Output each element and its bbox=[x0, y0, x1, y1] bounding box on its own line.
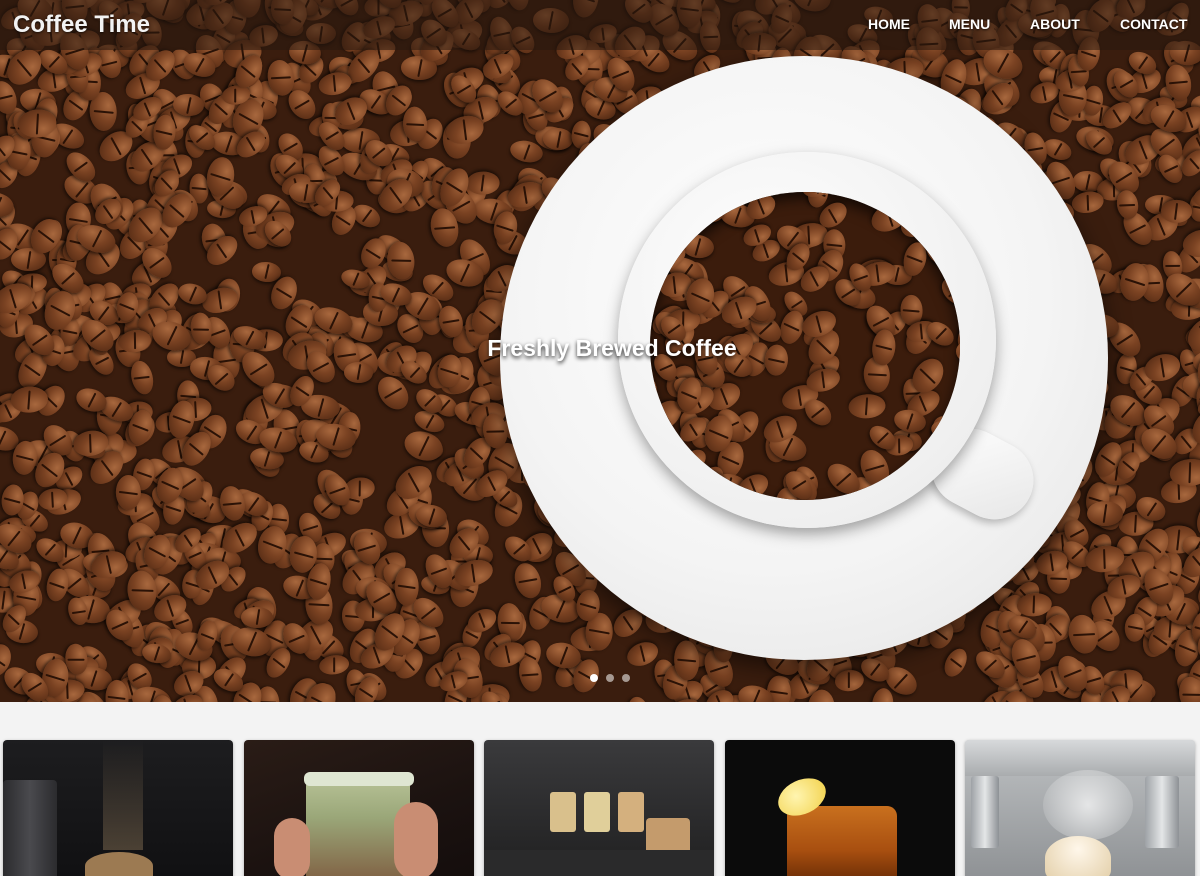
carousel-dot-2[interactable] bbox=[606, 674, 614, 682]
latte-cup-icon bbox=[85, 852, 153, 876]
coffee-bean bbox=[467, 171, 501, 195]
whipped-cream-cup-icon bbox=[1045, 836, 1111, 876]
brand-logo[interactable]: Coffee Time bbox=[13, 11, 150, 39]
coffee-bean bbox=[127, 358, 157, 397]
gallery-thumb-espresso-machine[interactable] bbox=[965, 740, 1195, 876]
coffee-bean bbox=[510, 560, 546, 602]
cup-lid-icon bbox=[304, 772, 414, 786]
drink-glass-icon bbox=[618, 792, 644, 832]
gallery-thumb-coffee-bar[interactable] bbox=[484, 740, 714, 876]
steam-icon bbox=[1043, 770, 1133, 840]
steam-wand-icon bbox=[971, 776, 999, 848]
hand-right-icon bbox=[394, 802, 438, 876]
drink-glass-icon bbox=[550, 792, 576, 832]
nav-about-link[interactable]: ABOUT bbox=[1030, 16, 1080, 32]
coffee-bean bbox=[625, 695, 651, 702]
gallery-thumb-iced-tea[interactable] bbox=[725, 740, 955, 876]
nav-menu-link[interactable]: MENU bbox=[949, 16, 990, 32]
coffee-bean bbox=[848, 392, 887, 420]
carousel-dot-3[interactable] bbox=[622, 674, 630, 682]
coffee-bean bbox=[400, 426, 447, 466]
cup-stack-icon bbox=[3, 780, 57, 876]
gallery bbox=[0, 740, 1200, 876]
coffee-bean bbox=[940, 644, 972, 680]
coffee-bean bbox=[1087, 501, 1124, 527]
powder-stream-icon bbox=[103, 740, 143, 850]
hero-caption: Freshly Brewed Coffee bbox=[487, 335, 737, 361]
carousel-dot-1[interactable] bbox=[590, 674, 598, 682]
coffee-bean bbox=[343, 361, 373, 384]
hand-left-icon bbox=[274, 818, 310, 876]
coffee-bean bbox=[733, 469, 773, 500]
counter-icon bbox=[484, 850, 714, 876]
nav-contact-link[interactable]: CONTACT bbox=[1120, 16, 1187, 32]
hero-banner: Coffee Time HOME MENU ABOUT CONTACT Fres… bbox=[0, 0, 1200, 702]
drink-glass-icon bbox=[584, 792, 610, 832]
gallery-thumb-coffee-cups[interactable] bbox=[3, 740, 233, 876]
nav-home-link[interactable]: HOME bbox=[868, 16, 910, 32]
tea-glass-icon bbox=[787, 806, 897, 876]
coffee-bean bbox=[115, 474, 141, 511]
navbar: Coffee Time bbox=[0, 0, 1200, 50]
gallery-thumb-iced-drink[interactable] bbox=[244, 740, 474, 876]
group-head-icon bbox=[1145, 776, 1179, 848]
carousel-indicators bbox=[590, 674, 630, 682]
